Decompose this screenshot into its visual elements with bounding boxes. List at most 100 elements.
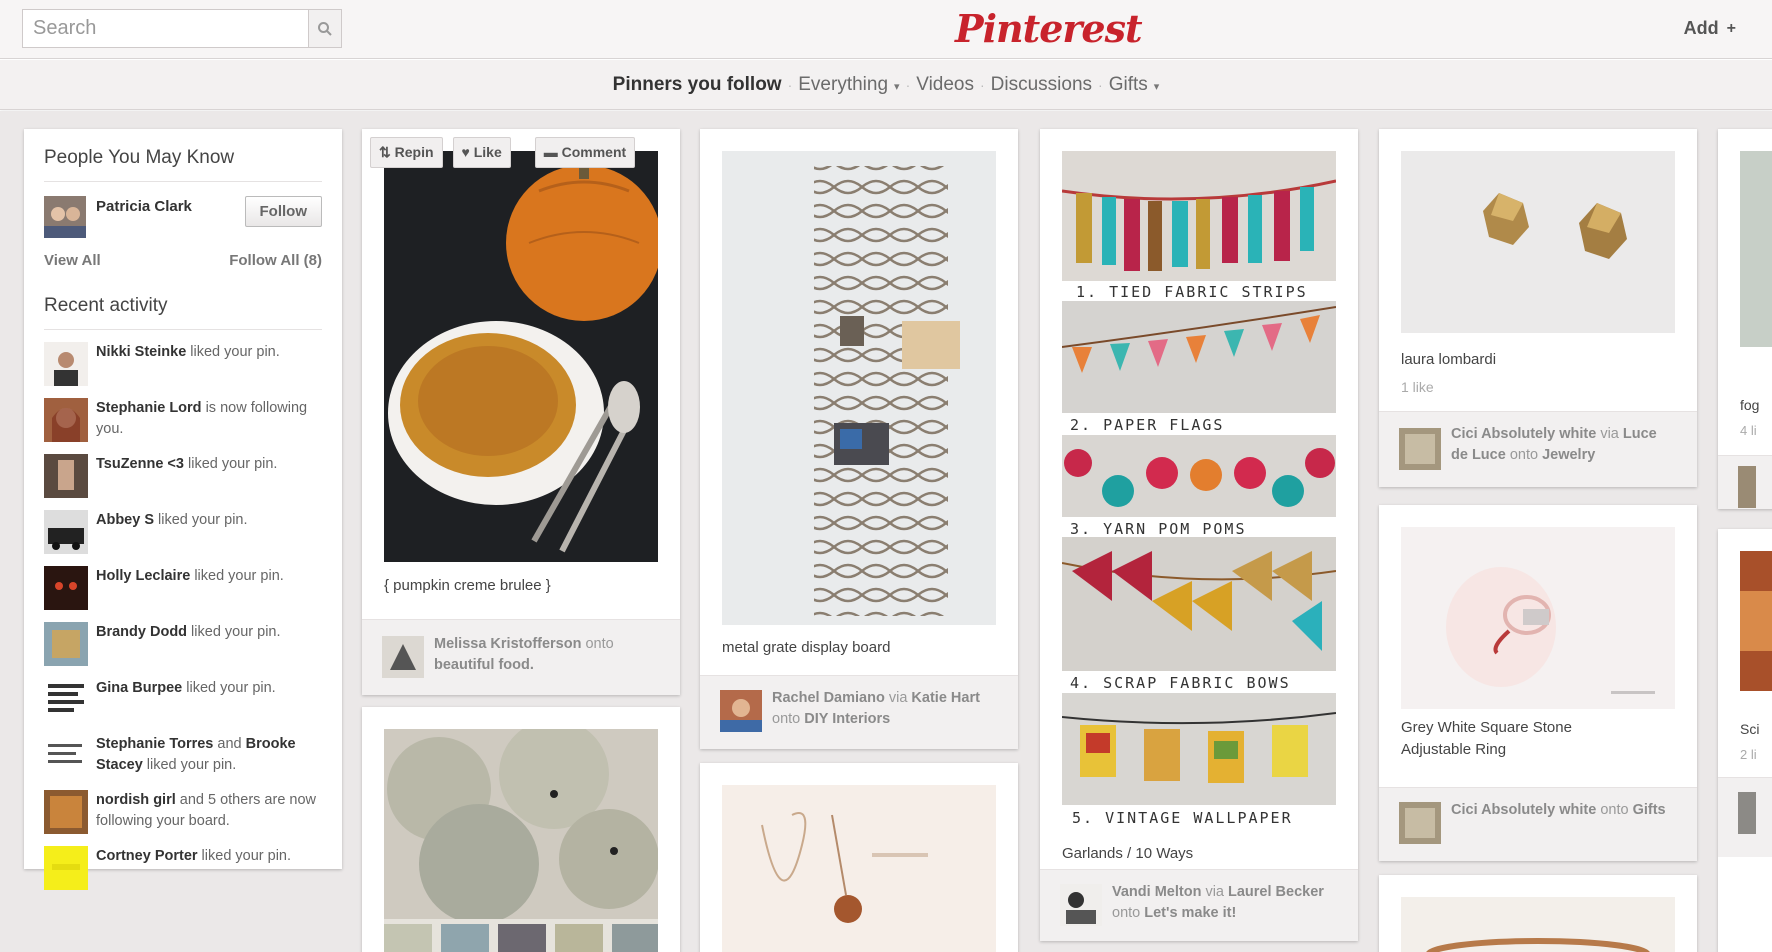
avatar[interactable] [1060, 884, 1102, 926]
suggested-person: Patricia Clark Follow [44, 196, 322, 238]
people-heading: People You May Know [44, 147, 322, 182]
pin-description: metal grate display board [722, 639, 891, 656]
pin-attribution: Cici Absolutely white onto Gifts [1379, 787, 1697, 861]
pin-card[interactable] [362, 707, 680, 952]
pin-card[interactable] [1379, 875, 1697, 952]
avatar[interactable] [382, 636, 424, 678]
pin-actions: ⇅ Repin ♥ Like ▬ Comment [370, 137, 636, 168]
activity-item[interactable]: Stephanie Lord is now following you. [44, 398, 322, 442]
avatar [44, 734, 88, 778]
avatar [44, 398, 88, 442]
activity-item[interactable]: Holly Leclaire liked your pin. [44, 566, 322, 610]
pin-image[interactable] [1401, 151, 1675, 333]
nav-pinners-you-follow[interactable]: Pinners you follow [613, 74, 782, 96]
activity-item[interactable]: TsuZenne <3 liked your pin. [44, 454, 322, 498]
pin-card[interactable]: Sci 2 li [1718, 529, 1772, 952]
pin-like-count: 4 li [1740, 423, 1757, 438]
activity-item[interactable]: nordish girl and 5 others are now follow… [44, 790, 322, 834]
comment-icon: ▬ [543, 144, 562, 160]
nav-gifts[interactable]: Gifts ▾ [1109, 74, 1160, 96]
pin-grid: People You May Know Patricia Clark Follo… [0, 111, 1772, 952]
nav-everything[interactable]: Everything ▾ [798, 74, 899, 96]
person-name[interactable]: Patricia Clark [96, 198, 245, 215]
avatar[interactable] [720, 690, 762, 732]
garland-step-4: 4. SCRAP FABRIC BOWS [1070, 674, 1291, 692]
repin-icon: ⇅ [379, 144, 395, 160]
pin-card[interactable]: 1. TIED FABRIC STRIPS 2. PAPER FLAGS 3. … [1040, 129, 1358, 941]
activity-item[interactable]: Cortney Porter liked your pin. [44, 846, 322, 890]
avatar[interactable] [1399, 428, 1441, 470]
pin-card[interactable]: fog 4 li [1718, 129, 1772, 509]
pin-card[interactable]: metal grate display board Rachel Damiano… [700, 129, 1018, 749]
pin-description: Garlands / 10 Ways [1062, 845, 1194, 862]
avatar[interactable] [1399, 802, 1441, 844]
like-button[interactable]: ♥ Like [452, 137, 511, 168]
pin-image[interactable] [722, 151, 996, 625]
search-icon [318, 21, 332, 36]
caret-down-icon: ▾ [894, 80, 900, 93]
search-button[interactable] [308, 10, 341, 47]
comment-button[interactable]: ▬ Comment [534, 137, 636, 168]
activity-item[interactable]: Abbey S liked your pin. [44, 510, 322, 554]
pin-image[interactable] [384, 729, 658, 952]
pin-like-count: 1 like [1401, 379, 1434, 395]
pin-attribution [1718, 455, 1772, 509]
pin-description: Grey White Square Stone Adjustable Ring [1401, 719, 1572, 758]
activity-item[interactable]: Gina Burpee liked your pin. [44, 678, 322, 722]
top-bar: Pinterest Add + [0, 0, 1772, 59]
pin-card[interactable]: Grey White Square Stone Adjustable Ring … [1379, 505, 1697, 861]
avatar[interactable] [1738, 792, 1756, 834]
pin-card[interactable]: ⇅ Repin ♥ Like ▬ Comment { pumpkin creme… [362, 129, 680, 695]
nav-videos[interactable]: Videos [916, 74, 974, 96]
avatar [44, 342, 88, 386]
avatar [44, 566, 88, 610]
avatar [44, 678, 88, 722]
avatar [44, 510, 88, 554]
pin-image[interactable]: 1. TIED FABRIC STRIPS 2. PAPER FLAGS 3. … [1062, 151, 1336, 831]
plus-icon: + [1726, 19, 1736, 37]
pin-attribution: Melissa Kristofferson onto beautiful foo… [362, 619, 680, 695]
follow-all-link[interactable]: Follow All (8) [229, 252, 322, 269]
pin-image[interactable] [1401, 527, 1675, 709]
pin-description: laura lombardi [1401, 351, 1497, 368]
pin-attribution: Cici Absolutely white via Luce de Luce o… [1379, 411, 1697, 487]
pinterest-logo[interactable]: Pinterest [955, 6, 1143, 51]
pin-image[interactable] [1740, 151, 1772, 347]
activity-item[interactable]: Stephanie Torres and Brooke Stacey liked… [44, 734, 322, 778]
pin-image[interactable] [384, 151, 658, 562]
avatar [44, 622, 88, 666]
add-button[interactable]: Add + [1684, 18, 1736, 39]
garland-step-5: 5. VINTAGE WALLPAPER [1072, 809, 1293, 827]
pin-image[interactable] [1740, 551, 1772, 691]
pin-attribution: Vandi Melton via Laurel Becker onto Let'… [1040, 869, 1358, 941]
pin-card[interactable] [700, 763, 1018, 952]
search-box [22, 9, 342, 48]
view-all-link[interactable]: View All [44, 252, 101, 269]
follow-button[interactable]: Follow [244, 196, 322, 227]
pin-description: Sci [1740, 721, 1760, 737]
search-input[interactable] [23, 10, 308, 47]
category-nav: Pinners you follow · Everything ▾ · Video… [0, 60, 1772, 110]
pin-attribution [1718, 777, 1772, 857]
nav-discussions[interactable]: Discussions [991, 74, 1092, 96]
caret-down-icon: ▾ [1153, 80, 1160, 93]
recent-activity-heading: Recent activity [44, 295, 322, 330]
pin-like-count: 2 li [1740, 747, 1757, 762]
avatar[interactable] [1738, 466, 1756, 508]
pin-image[interactable] [722, 785, 996, 952]
people-links: View All Follow All (8) [44, 252, 322, 269]
garland-step-3: 3. YARN POM POMS [1070, 520, 1247, 538]
avatar [44, 454, 88, 498]
repin-button[interactable]: ⇅ Repin [370, 137, 443, 168]
pin-image[interactable] [1401, 897, 1675, 952]
activity-item[interactable]: Brandy Dodd liked your pin. [44, 622, 322, 666]
avatar[interactable] [44, 196, 86, 238]
garland-step-2: 2. PAPER FLAGS [1070, 416, 1224, 434]
pin-description: fog [1740, 397, 1760, 413]
pin-card[interactable]: laura lombardi 1 like Cici Absolutely wh… [1379, 129, 1697, 487]
activity-item[interactable]: Nikki Steinke liked your pin. [44, 342, 322, 386]
garland-step-1: 1. TIED FABRIC STRIPS [1076, 283, 1308, 301]
pin-attribution: Rachel Damiano via Katie Hart onto DIY I… [700, 675, 1018, 749]
sidebar: People You May Know Patricia Clark Follo… [24, 129, 342, 890]
add-label: Add [1683, 18, 1719, 38]
